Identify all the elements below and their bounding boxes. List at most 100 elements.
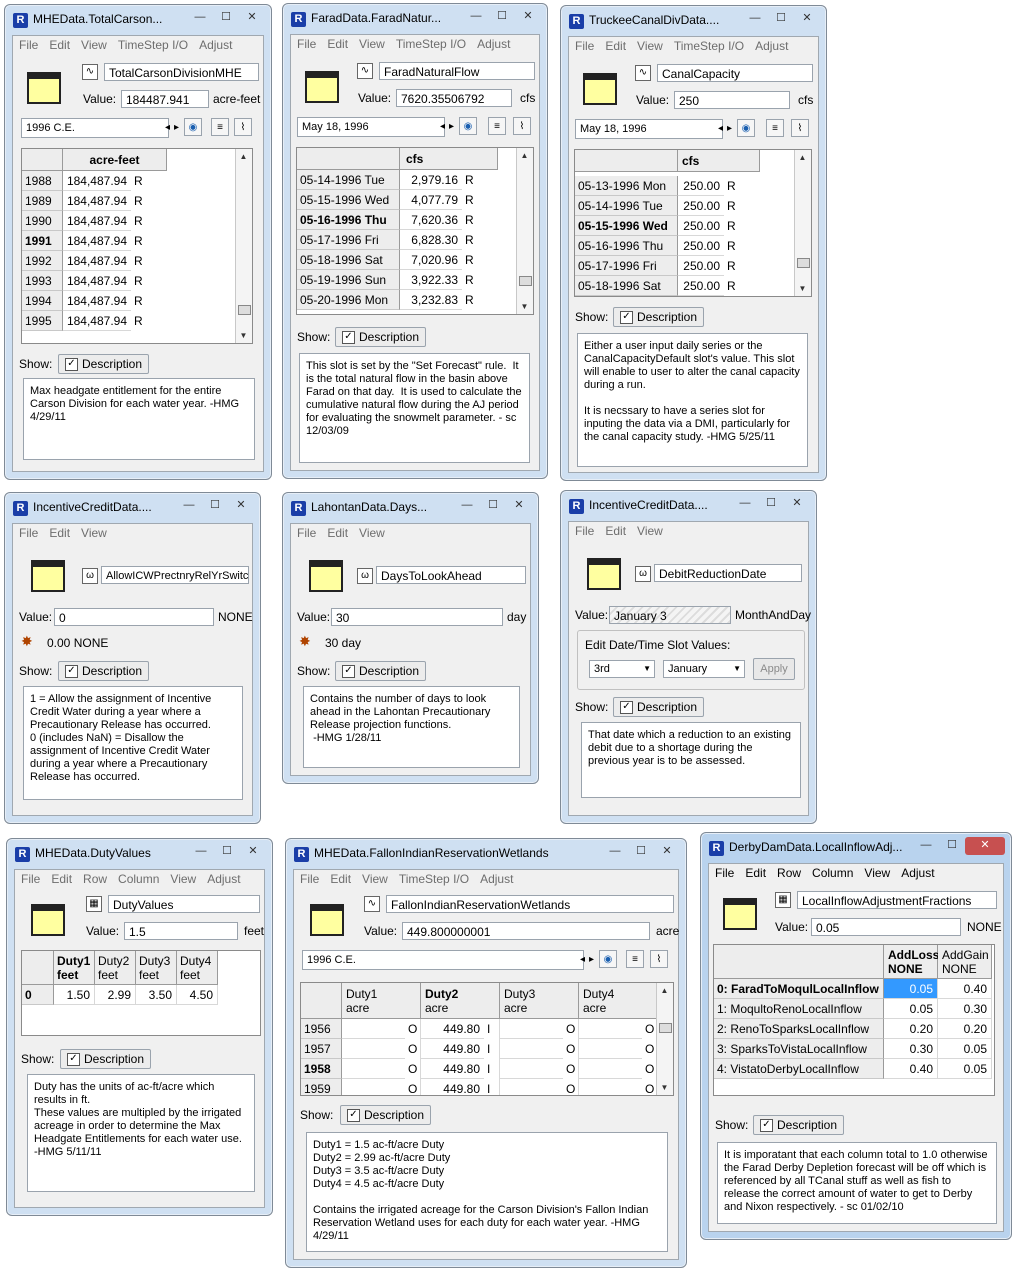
value-field[interactable]: 1.5 [124, 922, 238, 940]
row-header[interactable]: 05-14-1996 Tue [575, 196, 678, 216]
plot-icon[interactable]: ⌇ [234, 118, 252, 136]
close-button[interactable]: ✕ [240, 843, 266, 861]
table-cell[interactable]: 250.00 [678, 256, 724, 276]
description-toggle[interactable]: ✓ Description [58, 661, 150, 681]
menu-file[interactable]: File [21, 872, 40, 886]
menu-file[interactable]: File [715, 866, 734, 880]
maximize-button[interactable]: ☐ [213, 9, 239, 27]
prev-date-button[interactable]: ◂ [163, 119, 172, 137]
table-cell[interactable]: 449.80 [421, 1019, 484, 1039]
table-cell[interactable]: 3.50 [136, 985, 177, 1005]
table-cell[interactable]: 0.40 [938, 979, 992, 999]
row-header[interactable]: 4: VistatoDerbyLocalInflow [714, 1059, 884, 1079]
value-field[interactable]: 449.800000001 [402, 922, 650, 940]
minimize-button[interactable]: — [913, 837, 939, 855]
menu-file[interactable]: File [297, 526, 316, 540]
close-button[interactable]: ✕ [654, 843, 680, 861]
description-toggle[interactable]: ✓ Description [335, 327, 427, 347]
table-cell[interactable]: 449.80 [421, 1079, 484, 1095]
maximize-button[interactable]: ☐ [202, 497, 228, 515]
slot-name-field[interactable]: DaysToLookAhead [376, 566, 526, 584]
maximize-button[interactable]: ☐ [628, 843, 654, 861]
title-bar[interactable]: R MHEData.TotalCarson... — ☐ ✕ [11, 9, 265, 31]
menu-row[interactable]: Row [83, 872, 107, 886]
row-header[interactable]: 1993 [22, 271, 63, 291]
table-cell[interactable]: 2,979.16 [400, 170, 462, 190]
vertical-scrollbar[interactable]: ▲ ▼ [516, 148, 533, 314]
column-header[interactable]: AddLoss NONE [884, 945, 939, 979]
menu-view[interactable]: View [359, 526, 385, 540]
title-bar[interactable]: R IncentiveCreditData.... — ☐ ✕ [11, 497, 254, 519]
table-cell[interactable]: 7,020.96 [400, 250, 462, 270]
expression-gear-icon[interactable]: ✸ [299, 634, 314, 649]
description-checkbox[interactable]: ✓ [65, 665, 78, 679]
expression-gear-icon[interactable]: ✸ [21, 634, 36, 649]
table-cell[interactable] [500, 1059, 563, 1079]
slot-name-field[interactable]: CanalCapacity [657, 64, 813, 82]
menu-adjust[interactable]: Adjust [755, 39, 788, 53]
table-cell[interactable]: 184,487.94 [63, 171, 131, 191]
description-toggle[interactable]: ✓ Description [753, 1115, 845, 1135]
table-cell[interactable]: 250.00 [678, 216, 724, 236]
description-checkbox[interactable]: ✓ [347, 1109, 360, 1123]
menu-edit[interactable]: Edit [605, 524, 626, 538]
month-select[interactable]: January [663, 660, 745, 678]
prev-date-button[interactable]: ◂ [578, 951, 587, 969]
plot-icon[interactable]: ⌇ [791, 119, 809, 137]
menu-view[interactable]: View [637, 39, 663, 53]
column-header[interactable]: AddGain NONE [938, 945, 992, 979]
description-text[interactable]: Max headgate entitlement for the entire … [23, 378, 255, 460]
menu-edit[interactable]: Edit [327, 37, 348, 51]
menu-file[interactable]: File [19, 38, 38, 52]
menu-file[interactable]: File [575, 524, 594, 538]
row-header[interactable]: 1958 [301, 1059, 342, 1079]
table-cell[interactable]: 449.80 [421, 1059, 484, 1079]
table-cell[interactable]: 184,487.94 [63, 271, 131, 291]
column-header[interactable]: Duty1 feet [54, 951, 95, 985]
column-header[interactable]: acre-feet [63, 149, 167, 171]
value-field[interactable]: 0.05 [811, 918, 961, 936]
row-header[interactable]: 1959 [301, 1079, 342, 1095]
series-table[interactable]: acre-feet 1988 184,487.94 R 1989 184,487.94 R… [21, 148, 253, 344]
next-date-button[interactable]: ▸ [725, 120, 734, 138]
scroll-thumb[interactable] [238, 305, 251, 315]
table-cell[interactable] [500, 1079, 563, 1095]
description-checkbox[interactable]: ✓ [760, 1119, 773, 1133]
fractions-table[interactable]: AddLoss NONE AddGain NONE 0: FaradToMoqulLo… [713, 944, 995, 1096]
minimize-button[interactable]: — [188, 843, 214, 861]
row-header[interactable]: 05-18-1996 Sat [297, 250, 400, 270]
scroll-up-arrow[interactable]: ▲ [236, 149, 251, 164]
table-cell[interactable]: 0.05 [938, 1039, 992, 1059]
menu-file[interactable]: File [300, 872, 319, 886]
row-header[interactable]: 1957 [301, 1039, 342, 1059]
menu-view[interactable]: View [362, 872, 388, 886]
value-field[interactable]: 250 [674, 91, 790, 109]
title-bar[interactable]: R LahontanData.Days... — ☐ ✕ [289, 497, 532, 519]
table-cell[interactable] [579, 1039, 642, 1059]
menu-adjust[interactable]: Adjust [199, 38, 232, 52]
scroll-thumb[interactable] [659, 1023, 672, 1033]
row-header[interactable]: 1994 [22, 291, 63, 311]
day-select[interactable]: 3rd [589, 660, 655, 678]
row-header[interactable]: 1995 [22, 311, 63, 331]
menu-column[interactable]: Column [118, 872, 159, 886]
value-field[interactable]: 7620.35506792 [396, 89, 512, 107]
table-cell[interactable]: 0.30 [938, 999, 992, 1019]
row-header[interactable]: 05-14-1996 Tue [297, 170, 400, 190]
description-toggle[interactable]: ✓ Description [58, 354, 150, 374]
list-icon[interactable]: ≡ [766, 119, 784, 137]
table-cell[interactable]: 0.30 [884, 1039, 938, 1059]
table-cell[interactable]: 0.20 [884, 1019, 938, 1039]
table-cell[interactable]: 1.50 [54, 985, 95, 1005]
maximize-button[interactable]: ☐ [768, 10, 794, 28]
table-cell[interactable] [342, 1079, 405, 1095]
table-cell[interactable]: 184,487.94 [63, 231, 131, 251]
row-header[interactable]: 05-15-1996 Wed [575, 216, 678, 236]
table-cell[interactable]: 250.00 [678, 176, 724, 196]
maximize-button[interactable]: ☐ [758, 495, 784, 513]
description-checkbox[interactable]: ✓ [342, 665, 355, 679]
table-cell[interactable]: 3,922.33 [400, 270, 462, 290]
table-cell[interactable]: 184,487.94 [63, 211, 131, 231]
close-button[interactable]: ✕ [239, 9, 265, 27]
description-checkbox[interactable]: ✓ [342, 331, 355, 345]
